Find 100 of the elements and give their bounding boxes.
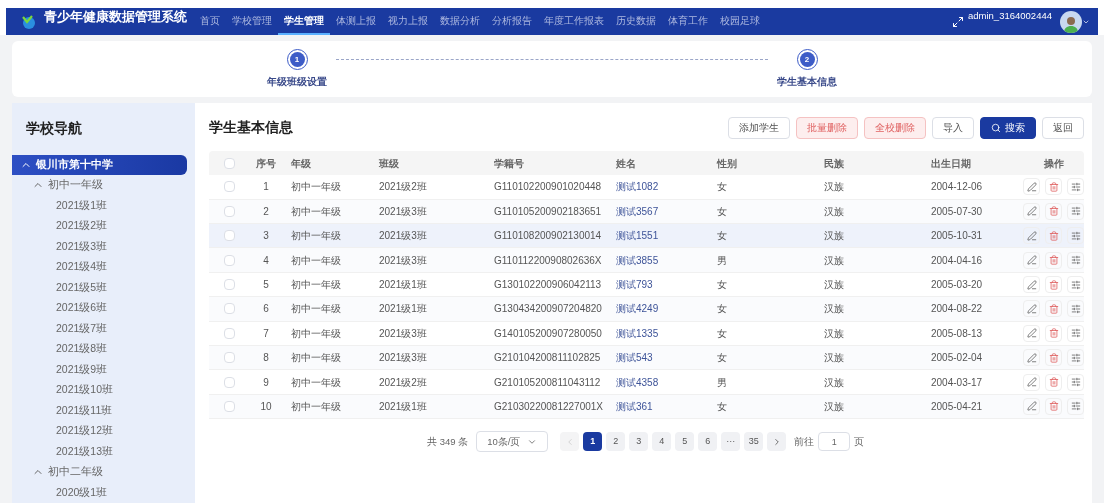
settings-button[interactable] (1067, 300, 1084, 318)
page-size-select[interactable]: 10条/页 (476, 431, 549, 453)
tree-item[interactable]: 2021级6班 (12, 298, 187, 319)
goto-page-field[interactable]: 1 (818, 432, 851, 452)
action-button[interactable]: 返回 (1042, 117, 1084, 140)
student-name-link[interactable]: 测试1551 (616, 230, 659, 242)
tree-item[interactable]: 2021级7班 (12, 318, 187, 339)
tree-item[interactable]: 2021级12班 (12, 421, 187, 442)
row-checkbox[interactable] (223, 400, 235, 412)
tree-item[interactable]: 2021级13班 (12, 441, 187, 462)
delete-button[interactable] (1045, 397, 1062, 415)
page-button[interactable]: 35 (744, 432, 764, 452)
student-name-link[interactable]: 测试4249 (616, 303, 659, 315)
nav-tab[interactable]: 视力上报 (382, 8, 434, 36)
edit-button[interactable] (1023, 349, 1040, 367)
page-button[interactable]: 2 (606, 432, 626, 452)
nav-tab[interactable]: 体测上报 (330, 8, 382, 36)
delete-button[interactable] (1045, 349, 1062, 367)
edit-button[interactable] (1023, 251, 1040, 269)
page-button[interactable]: ··· (721, 432, 741, 452)
page-button[interactable]: 4 (652, 432, 672, 452)
edit-button[interactable] (1023, 397, 1040, 415)
next-page-button[interactable] (767, 432, 787, 452)
page-button[interactable]: 1 (583, 432, 603, 452)
nav-tab[interactable]: 年度工作报表 (538, 8, 610, 36)
tree-item[interactable]: 2021级2班 (12, 216, 187, 237)
tree-item[interactable]: 2021级8班 (12, 339, 187, 360)
nav-tab[interactable]: 历史数据 (610, 8, 662, 36)
student-name-link[interactable]: 测试793 (616, 279, 653, 290)
row-checkbox[interactable] (223, 205, 235, 217)
tree-item[interactable]: 2021级9班 (12, 359, 187, 380)
settings-button[interactable] (1067, 397, 1084, 415)
tree-item[interactable]: 初中一年级 (12, 175, 187, 196)
tree-item[interactable]: 2021级3班 (12, 236, 187, 257)
student-name-link[interactable]: 测试543 (616, 352, 653, 364)
student-name-link[interactable]: 测试1335 (616, 327, 659, 339)
settings-button[interactable] (1067, 276, 1084, 293)
nav-tab[interactable]: 学校管理 (226, 8, 278, 36)
table-row[interactable]: 3 初中一年级 2021级3班 G110108200902130014 测试1551 女 汉族 2005-10-31 (209, 224, 1084, 249)
row-checkbox[interactable] (223, 279, 235, 290)
nav-tab[interactable]: 校园足球 (714, 8, 766, 36)
page-button[interactable]: 6 (698, 432, 718, 452)
row-checkbox[interactable] (223, 230, 235, 242)
settings-button[interactable] (1067, 373, 1084, 391)
row-checkbox[interactable] (223, 376, 235, 388)
edit-button[interactable] (1023, 227, 1040, 245)
action-button[interactable]: 搜索 (980, 117, 1036, 140)
table-row[interactable]: 6 初中一年级 2021级1班 G130434200907204820 测试4249 女 汉族 2004-08-22 (209, 297, 1084, 322)
table-row[interactable]: 2 初中一年级 2021级3班 G110105200902183651 测试3567 女 汉族 2005-07-30 (209, 199, 1084, 225)
fullscreen-icon[interactable] (952, 15, 964, 28)
delete-button[interactable] (1045, 300, 1062, 318)
settings-button[interactable] (1067, 349, 1084, 367)
table-row[interactable]: 4 初中一年级 2021级3班 G11011220090802636X 测试3855 男 汉族 2004-04-16 (209, 248, 1084, 273)
row-checkbox[interactable] (223, 181, 235, 193)
row-checkbox[interactable] (223, 254, 235, 266)
action-button[interactable]: 添加学生 (728, 117, 790, 140)
delete-button[interactable] (1045, 373, 1062, 391)
tree-item[interactable]: 2021级5班 (12, 277, 187, 298)
edit-button[interactable] (1023, 202, 1040, 220)
tree-item[interactable]: 初中二年级 (12, 462, 187, 483)
table-row[interactable]: 1 初中一年级 2021级2班 G110102200901020448 测试1082 女 汉族 2004-12-06 (209, 175, 1084, 200)
student-name-link[interactable]: 测试3855 (616, 254, 659, 266)
row-checkbox[interactable] (223, 327, 235, 339)
delete-button[interactable] (1045, 178, 1062, 196)
nav-tab[interactable]: 分析报告 (486, 8, 538, 36)
settings-button[interactable] (1067, 227, 1084, 245)
row-checkbox[interactable] (223, 352, 235, 364)
table-row[interactable]: 8 初中一年级 2021级3班 G210104200811102825 测试543 女 汉族 2005-02-04 (209, 346, 1084, 371)
action-button[interactable]: 导入 (932, 117, 974, 140)
tree-item[interactable]: 2021级10班 (12, 380, 187, 401)
settings-button[interactable] (1067, 202, 1084, 220)
tree-item[interactable]: 银川市第十中学 (12, 154, 187, 175)
delete-button[interactable] (1045, 324, 1062, 342)
page-button[interactable]: 3 (629, 432, 649, 452)
settings-button[interactable] (1067, 178, 1084, 196)
edit-button[interactable] (1023, 300, 1040, 318)
select-all-checkbox[interactable] (223, 157, 235, 169)
delete-button[interactable] (1045, 276, 1062, 293)
settings-button[interactable] (1067, 251, 1084, 269)
tree-item[interactable]: 2021级1班 (12, 195, 187, 216)
student-name-link[interactable]: 测试4358 (616, 376, 659, 388)
settings-button[interactable] (1067, 324, 1084, 342)
row-checkbox[interactable] (223, 303, 235, 315)
edit-button[interactable] (1023, 373, 1040, 391)
student-name-link[interactable]: 测试3567 (616, 205, 659, 217)
delete-button[interactable] (1045, 202, 1062, 220)
table-row[interactable]: 10 初中一年级 2021级1班 G21030220081227001X 测试361 女 汉族 2005-04-21 (209, 394, 1084, 420)
student-name-link[interactable]: 测试1082 (616, 181, 659, 193)
nav-tab[interactable]: 数据分析 (434, 8, 486, 36)
nav-tab[interactable]: 首页 (194, 8, 226, 36)
tree-item[interactable]: 2021级4班 (12, 257, 187, 278)
delete-button[interactable] (1045, 227, 1062, 245)
delete-button[interactable] (1045, 251, 1062, 269)
edit-button[interactable] (1023, 324, 1040, 342)
tree-item[interactable]: 2020级1班 (12, 482, 187, 503)
edit-button[interactable] (1023, 276, 1040, 293)
tree-item[interactable]: 2021级11班 (12, 400, 187, 421)
edit-button[interactable] (1023, 178, 1040, 196)
avatar[interactable] (1060, 10, 1082, 33)
student-name-link[interactable]: 测试361 (616, 400, 653, 412)
